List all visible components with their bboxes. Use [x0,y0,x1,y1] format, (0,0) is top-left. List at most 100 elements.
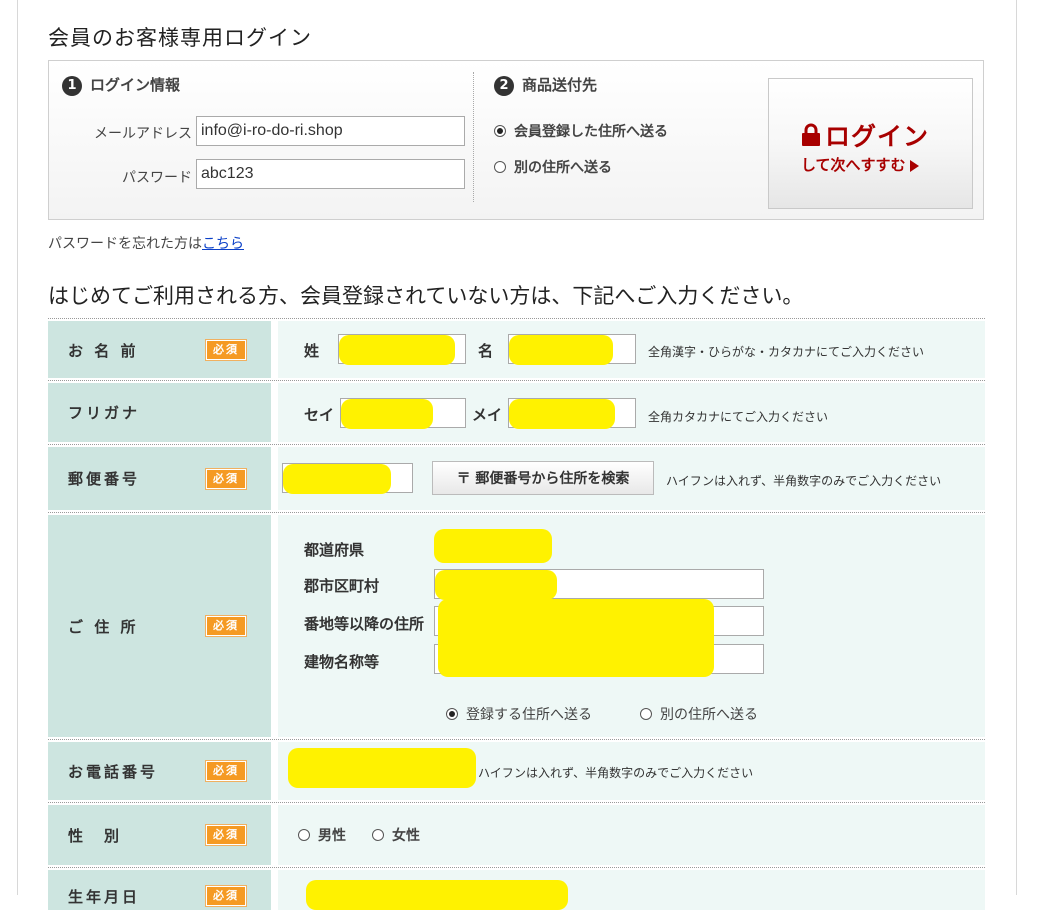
gender-label-cell: 性 別 必須 [48,805,271,865]
address-redaction-mark [438,599,714,677]
required-badge: 必須 [206,616,246,636]
forgot-prefix: パスワードを忘れた方は [48,236,202,252]
redaction-mark [435,570,557,600]
row-divider [48,380,985,381]
radio-empty-icon[interactable] [298,828,310,841]
lock-icon [802,123,820,146]
prefecture-select[interactable] [434,529,552,563]
forgot-password: パスワードを忘れた方はこちら [48,233,244,253]
row-divider [48,802,985,803]
kana-label-cell: フリガナ [48,383,271,442]
address-label-cell: ご 住 所 必須 [48,515,271,737]
kana-first-input[interactable] [508,398,636,429]
gender-option-label: 女性 [392,827,420,844]
birthday-label: 生年月日 [68,888,141,906]
radio-selected-icon[interactable] [446,707,458,720]
radio-selected-icon[interactable] [494,124,506,137]
building-label: 建物名称等 [304,653,380,671]
redaction-mark [509,335,613,365]
first-name-input[interactable] [508,334,636,365]
phone-label: お電話番号 [68,763,159,781]
required-badge: 必須 [206,761,246,781]
gender-option-label: 男性 [318,827,346,844]
ship-option-label: 別の住所へ送る [514,159,612,176]
row-divider [48,867,985,868]
password-input[interactable] [196,159,465,189]
gender-label: 性 別 [68,827,123,845]
kana-last-input[interactable] [340,398,466,429]
row-divider [48,444,985,445]
address-value-cell: 都道府県 郡市区町村 番地等以降の住所 建物名称等 登録する住所へ送る 別の住所… [278,515,985,737]
ship-heading: 商品送付先 [522,76,598,94]
zip-label: 郵便番号 [68,470,141,488]
page-border-right [1016,0,1017,895]
gender-option-male[interactable]: 男性 [298,824,346,845]
redaction-mark [341,399,433,429]
ship-option-label: 会員登録した住所へ送る [514,123,668,140]
phone-note: ハイフンは入れず、半角数字のみでご入力ください [478,766,754,780]
birthday-row: 生年月日 必須 [48,870,985,910]
redaction-mark [509,399,615,429]
address-ship-option-label: 登録する住所へ送る [466,706,592,723]
phone-label-cell: お電話番号 必須 [48,742,271,800]
registration-heading: はじめてご利用される方、会員登録されていない方は、下記へご入力ください。 [48,284,804,308]
kana-value-cell: セイ メイ 全角カタカナにてご入力ください [278,383,985,442]
phone-value-cell: ハイフンは入れず、半角数字のみでご入力ください [278,742,985,800]
redaction-mark [283,464,391,494]
login-info-section-title: 1 ログイン情報 [62,74,180,96]
zip-input[interactable] [282,463,413,494]
radio-empty-icon[interactable] [372,828,384,841]
last-name-label: 姓 [304,342,320,360]
name-value-cell: 姓 名 全角漢字・ひらがな・カタカナにてご入力ください [278,321,985,378]
required-badge: 必須 [206,469,246,489]
required-badge: 必須 [206,825,246,845]
phone-row: お電話番号 必須 ハイフンは入れず、半角数字のみでご入力ください [48,742,985,800]
redaction-mark [339,335,455,365]
city-input[interactable] [434,569,764,600]
zip-row: 郵便番号 必須 〒 郵便番号から住所を検索 ハイフンは入れず、半角数字のみでご入… [48,447,985,510]
kana-row: フリガナ セイ メイ 全角カタカナにてご入力ください [48,383,985,442]
zip-label-cell: 郵便番号 必須 [48,447,271,510]
name-label-cell: お 名 前 必須 [48,321,271,378]
zip-search-button[interactable]: 〒 郵便番号から住所を検索 [432,461,654,495]
radio-empty-icon[interactable] [640,707,652,720]
row-divider [48,318,985,319]
address-row: ご 住 所 必須 都道府県 郡市区町村 番地等以降の住所 建物名称等 登録する住… [48,515,985,737]
required-badge: 必須 [206,340,246,360]
street-label: 番地等以降の住所 [304,615,425,633]
login-button-sub: して次へすすむ [801,154,919,175]
login-button[interactable]: ログイン して次へすすむ [768,78,973,209]
login-button-main-text: ログイン [825,122,930,151]
forgot-password-link[interactable]: こちら [202,236,244,252]
address-label: ご 住 所 [68,618,139,636]
address-ship-option-registered[interactable]: 登録する住所へ送る [446,703,592,724]
gender-option-female[interactable]: 女性 [372,824,420,845]
kana-first-label: メイ [472,406,503,424]
password-label: パスワード [122,170,192,186]
phone-input[interactable] [288,748,476,788]
page-border-left [17,0,18,895]
radio-empty-icon[interactable] [494,160,506,173]
login-button-sub-text: して次へすすむ [801,156,906,174]
birthday-input[interactable] [306,880,568,910]
address-ship-option-other[interactable]: 別の住所へ送る [640,703,758,724]
number-two-icon: 2 [494,75,514,96]
required-badge: 必須 [206,886,246,906]
email-input[interactable] [196,116,465,146]
zip-note: ハイフンは入れず、半角数字のみでご入力ください [666,474,942,488]
ship-option-other-address[interactable]: 別の住所へ送る [494,156,612,177]
gender-value-cell: 男性 女性 [278,805,985,865]
login-info-heading: ログイン情報 [90,76,181,94]
kana-last-label: セイ [304,406,335,424]
zip-value-cell: 〒 郵便番号から住所を検索 ハイフンは入れず、半角数字のみでご入力ください [278,447,985,510]
row-divider [48,512,985,513]
city-label: 郡市区町村 [304,577,380,595]
last-name-input[interactable] [338,334,466,365]
birthday-label-cell: 生年月日 必須 [48,870,271,910]
address-ship-option-label: 別の住所へ送る [660,706,758,723]
number-one-icon: 1 [62,75,82,96]
login-divider [473,72,474,202]
prefecture-label: 都道府県 [304,541,365,559]
kana-note: 全角カタカナにてご入力ください [648,410,829,424]
ship-option-member-address[interactable]: 会員登録した住所へ送る [494,120,668,141]
